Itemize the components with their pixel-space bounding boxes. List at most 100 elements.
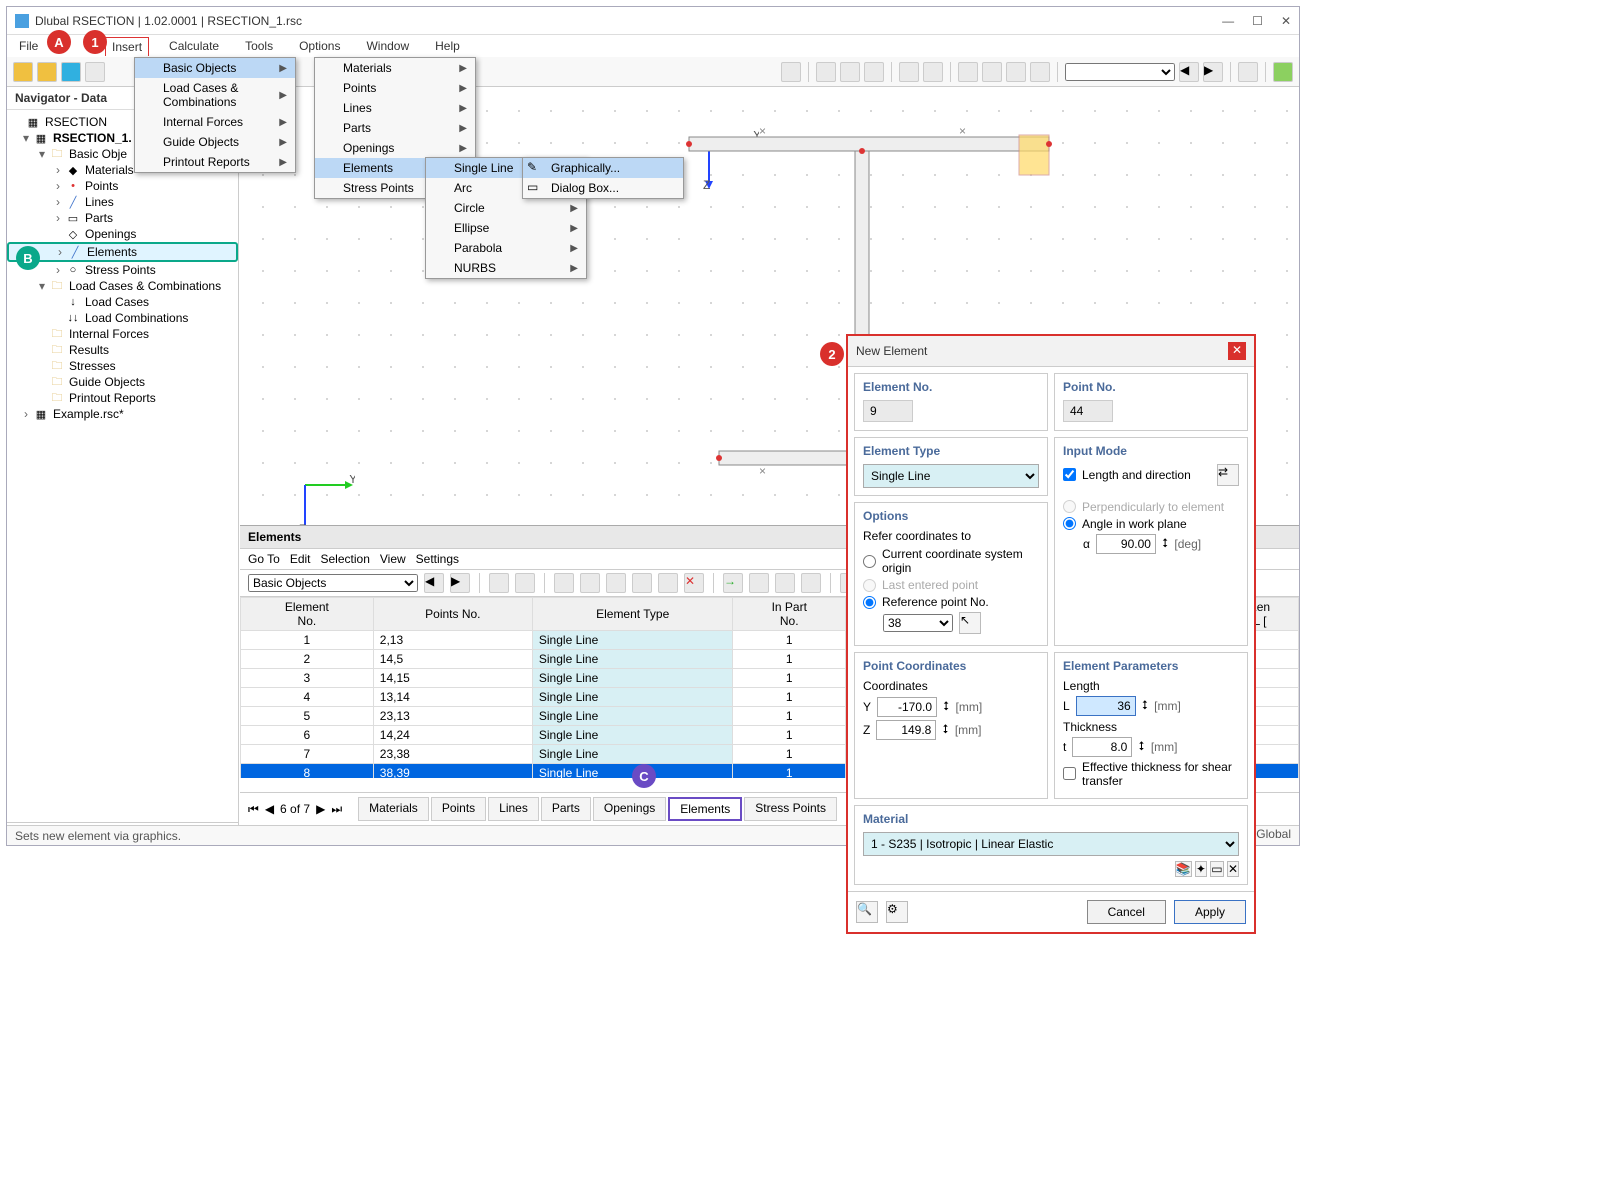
close-button[interactable]: ✕ bbox=[1281, 14, 1291, 28]
toolbar-button[interactable] bbox=[632, 573, 652, 593]
minimize-button[interactable]: — bbox=[1222, 14, 1234, 28]
menu-guide-objects[interactable]: Guide Objects▶ bbox=[135, 132, 295, 152]
submenu-parts[interactable]: Parts▶ bbox=[315, 118, 475, 138]
menu-load-cases[interactable]: Load Cases & Combinations▶ bbox=[135, 78, 295, 112]
menu-options[interactable]: Options bbox=[293, 37, 346, 55]
toolbar-button[interactable] bbox=[515, 573, 535, 593]
menu-calculate[interactable]: Calculate bbox=[163, 37, 225, 55]
pager-last[interactable]: ⏭ bbox=[331, 802, 342, 817]
toolbar-button[interactable]: ✕ bbox=[684, 573, 704, 593]
toolbar-button[interactable] bbox=[781, 62, 801, 82]
toolbar-button[interactable] bbox=[1006, 62, 1026, 82]
toolbar-button[interactable] bbox=[658, 573, 678, 593]
toolbar-button[interactable] bbox=[554, 573, 574, 593]
menu-basic-objects[interactable]: Basic Objects▶ bbox=[135, 58, 295, 78]
bp-settings[interactable]: Settings bbox=[416, 552, 459, 566]
origin-radio[interactable] bbox=[863, 555, 876, 568]
bp-view[interactable]: View bbox=[380, 552, 406, 566]
tree-results[interactable]: 🗀Results bbox=[7, 342, 238, 358]
submenu-nurbs[interactable]: NURBS▶ bbox=[426, 258, 586, 278]
tab-elements[interactable]: Elements bbox=[668, 797, 742, 821]
pager-prev[interactable]: ◀ bbox=[265, 802, 274, 816]
menu-insert[interactable]: Insert bbox=[105, 37, 149, 56]
cancel-button[interactable]: Cancel bbox=[1087, 900, 1166, 924]
tree-stresses[interactable]: 🗀Stresses bbox=[7, 358, 238, 374]
tree-points[interactable]: ›•Points bbox=[7, 178, 238, 194]
toolbar-button[interactable] bbox=[840, 62, 860, 82]
toolbar-button[interactable] bbox=[982, 62, 1002, 82]
tree-guide-objects[interactable]: 🗀Guide Objects bbox=[7, 374, 238, 390]
toolbar-button[interactable]: ◀ bbox=[1179, 62, 1199, 82]
pick-point-icon[interactable]: ↖ bbox=[959, 612, 981, 634]
toolbar-button[interactable]: → bbox=[723, 573, 743, 593]
submenu-points[interactable]: Points▶ bbox=[315, 78, 475, 98]
tree-openings[interactable]: ◇Openings bbox=[7, 226, 238, 242]
material-select[interactable]: 1 - S235 | Isotropic | Linear Elastic bbox=[863, 832, 1239, 856]
tree-example[interactable]: ›▦Example.rsc* bbox=[7, 406, 238, 422]
submenu-openings[interactable]: Openings▶ bbox=[315, 138, 475, 158]
new-icon[interactable]: ✦ bbox=[1195, 861, 1207, 877]
help-icon[interactable]: 🔍 bbox=[856, 901, 878, 923]
menu-file[interactable]: File bbox=[13, 37, 44, 55]
submenu-materials[interactable]: Materials▶ bbox=[315, 58, 475, 78]
submenu-parabola[interactable]: Parabola▶ bbox=[426, 238, 586, 258]
tab-stress-points[interactable]: Stress Points bbox=[744, 797, 837, 821]
apply-button[interactable]: Apply bbox=[1174, 900, 1246, 924]
toolbar-button[interactable]: ▶ bbox=[1203, 62, 1223, 82]
library-icon[interactable]: 📚 bbox=[1175, 861, 1192, 877]
bp-goto[interactable]: Go To bbox=[248, 552, 280, 566]
menu-printout-reports[interactable]: Printout Reports▶ bbox=[135, 152, 295, 172]
submenu-ellipse[interactable]: Ellipse▶ bbox=[426, 218, 586, 238]
angle-radio[interactable] bbox=[1063, 517, 1076, 530]
toolbar-button[interactable] bbox=[1273, 62, 1293, 82]
tree-load-cases-item[interactable]: ↓Load Cases bbox=[7, 294, 238, 310]
toolbar-button[interactable] bbox=[801, 573, 821, 593]
toolbar-button[interactable] bbox=[13, 62, 33, 82]
menu-tools[interactable]: Tools bbox=[239, 37, 279, 55]
col-points[interactable]: Points No. bbox=[373, 598, 532, 631]
tree-internal-forces[interactable]: 🗀Internal Forces bbox=[7, 326, 238, 342]
delete-icon[interactable]: ✕ bbox=[1227, 861, 1239, 877]
refpoint-radio[interactable] bbox=[863, 596, 876, 609]
tree-elements[interactable]: ›╱Elements bbox=[7, 242, 238, 262]
toolbar-button[interactable] bbox=[580, 573, 600, 593]
toolbar-button[interactable] bbox=[864, 62, 884, 82]
y-input[interactable] bbox=[877, 697, 937, 717]
bp-selection[interactable]: Selection bbox=[321, 552, 370, 566]
tree-load-cases[interactable]: ▾🗀Load Cases & Combinations bbox=[7, 278, 238, 294]
toolbar-button[interactable]: ▶ bbox=[450, 573, 470, 593]
toolbar-button[interactable] bbox=[958, 62, 978, 82]
refpoint-select[interactable]: 38 bbox=[883, 614, 953, 632]
toolbar-button[interactable] bbox=[899, 62, 919, 82]
pager-next[interactable]: ▶ bbox=[316, 802, 325, 816]
menu-dialog-box[interactable]: ▭Dialog Box... bbox=[523, 178, 683, 198]
toolbar-button[interactable] bbox=[1030, 62, 1050, 82]
toolbar-button[interactable] bbox=[1238, 62, 1258, 82]
menu-internal-forces[interactable]: Internal Forces▶ bbox=[135, 112, 295, 132]
tab-points[interactable]: Points bbox=[431, 797, 486, 821]
settings-icon[interactable]: ⚙ bbox=[886, 901, 908, 923]
toolbar-button[interactable] bbox=[489, 573, 509, 593]
toolbar-button[interactable] bbox=[923, 62, 943, 82]
tab-lines[interactable]: Lines bbox=[488, 797, 539, 821]
pager-first[interactable]: ⏮ bbox=[248, 802, 259, 817]
eff-thickness-check[interactable] bbox=[1063, 767, 1076, 780]
tree-parts[interactable]: ›▭Parts bbox=[7, 210, 238, 226]
submenu-circle[interactable]: Circle▶ bbox=[426, 198, 586, 218]
toolbar-button[interactable] bbox=[61, 62, 81, 82]
toolbar-button[interactable] bbox=[749, 573, 769, 593]
toolbar-button[interactable] bbox=[37, 62, 57, 82]
tree-load-combinations[interactable]: ↓↓Load Combinations bbox=[7, 310, 238, 326]
toolbar-button[interactable] bbox=[816, 62, 836, 82]
element-type-select[interactable]: Single Line bbox=[863, 464, 1039, 488]
length-input[interactable] bbox=[1076, 696, 1136, 716]
col-part[interactable]: In PartNo. bbox=[733, 598, 846, 631]
alpha-input[interactable] bbox=[1096, 534, 1156, 554]
col-no[interactable]: ElementNo. bbox=[241, 598, 374, 631]
maximize-button[interactable]: ☐ bbox=[1252, 14, 1263, 28]
thickness-input[interactable] bbox=[1072, 737, 1132, 757]
menu-help[interactable]: Help bbox=[429, 37, 466, 55]
menu-window[interactable]: Window bbox=[360, 37, 415, 55]
filter-select[interactable]: Basic Objects bbox=[248, 574, 418, 592]
toolbar-button[interactable] bbox=[775, 573, 795, 593]
